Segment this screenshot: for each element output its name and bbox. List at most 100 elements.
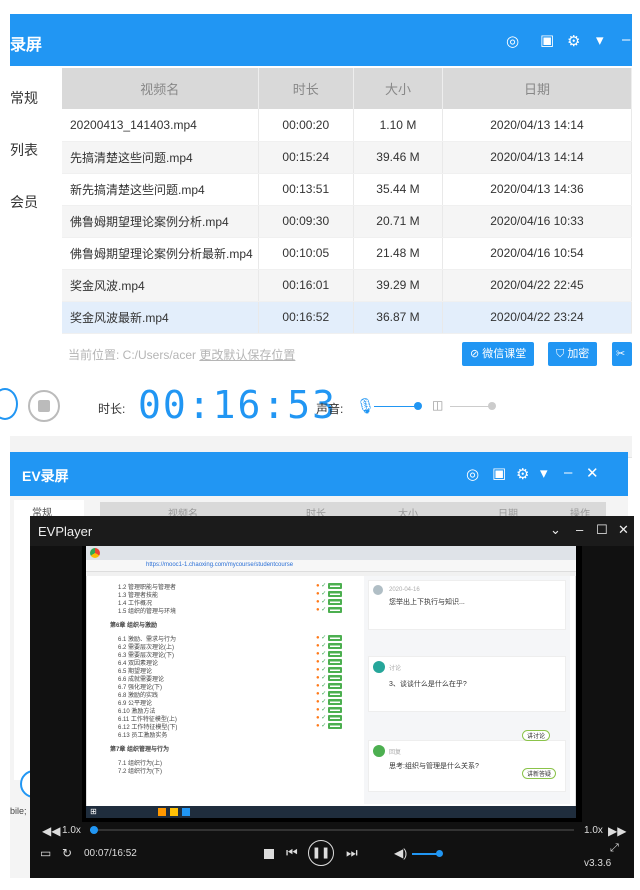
- minimize-icon[interactable]: –: [622, 31, 630, 48]
- column-header-duration[interactable]: 时长: [258, 68, 355, 109]
- cell-date: 2020/04/22 23:24: [442, 301, 633, 334]
- video-table: 视频名 时长 大小 日期 20200413_141403.mp4 00:00:2…: [62, 68, 633, 334]
- cell-size: 21.48 M: [353, 237, 443, 270]
- chapter-item[interactable]: 1.5 组织的管理与环境: [118, 606, 176, 615]
- avatar: [373, 745, 385, 757]
- cell-duration: 00:10:05: [258, 237, 355, 270]
- column-header-name[interactable]: 视频名: [62, 68, 259, 109]
- seek-handle[interactable]: [90, 826, 98, 834]
- task-point-icon: ● ✓ ▬▬: [316, 607, 342, 613]
- taskbar-app-icon: [158, 808, 166, 816]
- stop-icon[interactable]: [264, 849, 274, 859]
- sidebar: 常规 列表 会员: [10, 66, 62, 371]
- sidebar-item-list[interactable]: 列表: [10, 140, 38, 160]
- menu-icon[interactable]: ▾: [540, 464, 548, 482]
- chapter-section[interactable]: 第6章 组织与激励: [110, 620, 157, 629]
- system-volume-knob[interactable]: [488, 402, 496, 410]
- stop-button[interactable]: [28, 390, 60, 422]
- cell-name: 先搞清楚这些问题.mp4: [62, 141, 259, 174]
- chapter-section[interactable]: 第7章 组织管理与行为: [110, 744, 169, 753]
- volume-handle[interactable]: [436, 850, 443, 857]
- close-icon[interactable]: ✕: [618, 522, 629, 538]
- cell-date: 2020/04/13 14:14: [442, 109, 633, 142]
- cell-date: 2020/04/16 10:54: [442, 237, 633, 270]
- chapter-status-column: ● ✓ ▬▬ ● ✓ ▬▬ ● ✓ ▬▬ ● ✓ ▬▬: [316, 582, 342, 614]
- windows-icon: ⊞: [90, 807, 97, 816]
- comment-text: 思考:组织与管理是什么关系?: [389, 763, 479, 770]
- table-row[interactable]: 先搞清楚这些问题.mp4 00:15:24 39.46 M 2020/04/13…: [62, 141, 633, 174]
- maximize-icon[interactable]: ☐: [596, 522, 608, 538]
- chapter-item[interactable]: 7.2 组织行为(下): [118, 766, 162, 775]
- encrypt-button[interactable]: ⛉ 加密: [548, 342, 598, 366]
- wechat-class-button[interactable]: ⊘ 微信课堂: [462, 342, 535, 366]
- player-version: v3.3.6: [584, 858, 612, 869]
- chevron-down-icon[interactable]: ⌄: [550, 522, 561, 538]
- table-row[interactable]: 佛鲁姆期望理论案例分析.mp4 00:09:30 20.71 M 2020/04…: [62, 205, 633, 238]
- browser-url: https://mooc1-1.chaoxing.com/mycourse/st…: [146, 562, 294, 568]
- cell-duration: 00:09:30: [258, 205, 355, 238]
- table-row[interactable]: 奖金风波.mp4 00:16:01 39.29 M 2020/04/22 22:…: [62, 269, 633, 302]
- next-icon[interactable]: ⏭: [346, 845, 358, 861]
- column-header-date[interactable]: 日期: [442, 68, 633, 109]
- rewind-icon[interactable]: ◀◀: [42, 824, 60, 838]
- minimize-icon[interactable]: –: [564, 464, 572, 481]
- discuss-button[interactable]: 讲讨论: [522, 730, 551, 741]
- second-window-header: [10, 452, 628, 496]
- speaker-icon[interactable]: ◫: [432, 398, 443, 412]
- task-point-icon: ● ✓ ▬▬: [316, 599, 342, 605]
- cell-duration: 00:13:51: [258, 173, 355, 206]
- fast-forward-icon[interactable]: ▶▶: [608, 824, 626, 838]
- notification-icon[interactable]: ▣: [540, 31, 554, 49]
- sidebar-item-member[interactable]: 会员: [10, 192, 38, 212]
- column-header-size[interactable]: 大小: [353, 68, 443, 109]
- notification-icon[interactable]: ▣: [492, 464, 506, 482]
- table-row-selected[interactable]: 奖金风波最新.mp4 00:16:52 36.87 M 2020/04/22 2…: [62, 301, 633, 334]
- comment-card[interactable]: 3、谈谈什么是什么在乎? 讨论: [368, 656, 566, 712]
- loop-icon[interactable]: ↻: [62, 846, 72, 860]
- mic-volume-knob[interactable]: [414, 402, 422, 410]
- avatar: [373, 585, 383, 595]
- task-point-icon: ● ✓ ▬▬: [316, 715, 342, 721]
- avatar: [373, 661, 385, 673]
- change-path-link[interactable]: 更改默认保存位置: [199, 348, 295, 362]
- fullscreen-icon[interactable]: ⤢: [610, 842, 619, 855]
- taskbar-app-icon: [182, 808, 190, 816]
- comment-card[interactable]: 思考:组织与管理是什么关系? 回复: [368, 740, 566, 792]
- table-row[interactable]: 新先搞清楚这些问题.mp4 00:13:51 35.44 M 2020/04/1…: [62, 173, 633, 206]
- task-point-icon: ● ✓ ▬▬: [316, 675, 342, 681]
- browser-address-bar: https://mooc1-1.chaoxing.com/mycourse/st…: [86, 560, 576, 572]
- bottom-fragment-text: bile;: [10, 806, 27, 816]
- previous-icon[interactable]: ⏮: [286, 845, 298, 861]
- volume-icon[interactable]: ◀): [394, 846, 407, 860]
- user-icon[interactable]: ◎: [466, 465, 479, 483]
- new-question-button[interactable]: 讲新答疑: [522, 768, 557, 779]
- task-point-icon: ● ✓ ▬▬: [316, 651, 342, 657]
- settings-icon[interactable]: ⚙: [516, 465, 529, 483]
- cell-size: 1.10 M: [353, 109, 443, 142]
- browser-logo-icon: [90, 548, 100, 558]
- cut-button[interactable]: ✂: [612, 342, 632, 366]
- cell-size: 39.29 M: [353, 269, 443, 302]
- folder-icon[interactable]: ▭: [40, 846, 51, 860]
- minimize-icon[interactable]: –: [576, 522, 583, 537]
- settings-icon[interactable]: ⚙: [567, 32, 580, 50]
- close-icon[interactable]: ✕: [586, 464, 599, 482]
- cell-size: 35.44 M: [353, 173, 443, 206]
- chapter-item[interactable]: 6.13 员工激励实务: [118, 730, 167, 739]
- speed-right[interactable]: 1.0x: [584, 825, 603, 836]
- seek-bar[interactable]: [90, 829, 574, 831]
- user-icon[interactable]: ◎: [506, 32, 519, 50]
- second-window-title: EV录屏: [22, 468, 69, 484]
- comment-meta: 回复: [389, 750, 402, 756]
- cell-name: 奖金风波.mp4: [62, 269, 259, 302]
- table-row[interactable]: 20200413_141403.mp4 00:00:20 1.10 M 2020…: [62, 109, 633, 142]
- table-row[interactable]: 佛鲁姆期望理论案例分析最新.mp4 00:10:05 21.48 M 2020/…: [62, 237, 633, 270]
- microphone-icon[interactable]: 🎙: [356, 397, 375, 415]
- sidebar-item-general[interactable]: 常规: [10, 88, 38, 108]
- pause-button[interactable]: ❚❚: [308, 840, 334, 866]
- speed-left[interactable]: 1.0x: [62, 825, 81, 836]
- scissors-icon: ✂: [616, 348, 626, 360]
- menu-icon[interactable]: ▾: [596, 31, 604, 49]
- wechat-class-label: 微信课堂: [482, 348, 527, 360]
- comment-card[interactable]: 您举出上下执行与知识... 2020-04-16: [368, 580, 566, 630]
